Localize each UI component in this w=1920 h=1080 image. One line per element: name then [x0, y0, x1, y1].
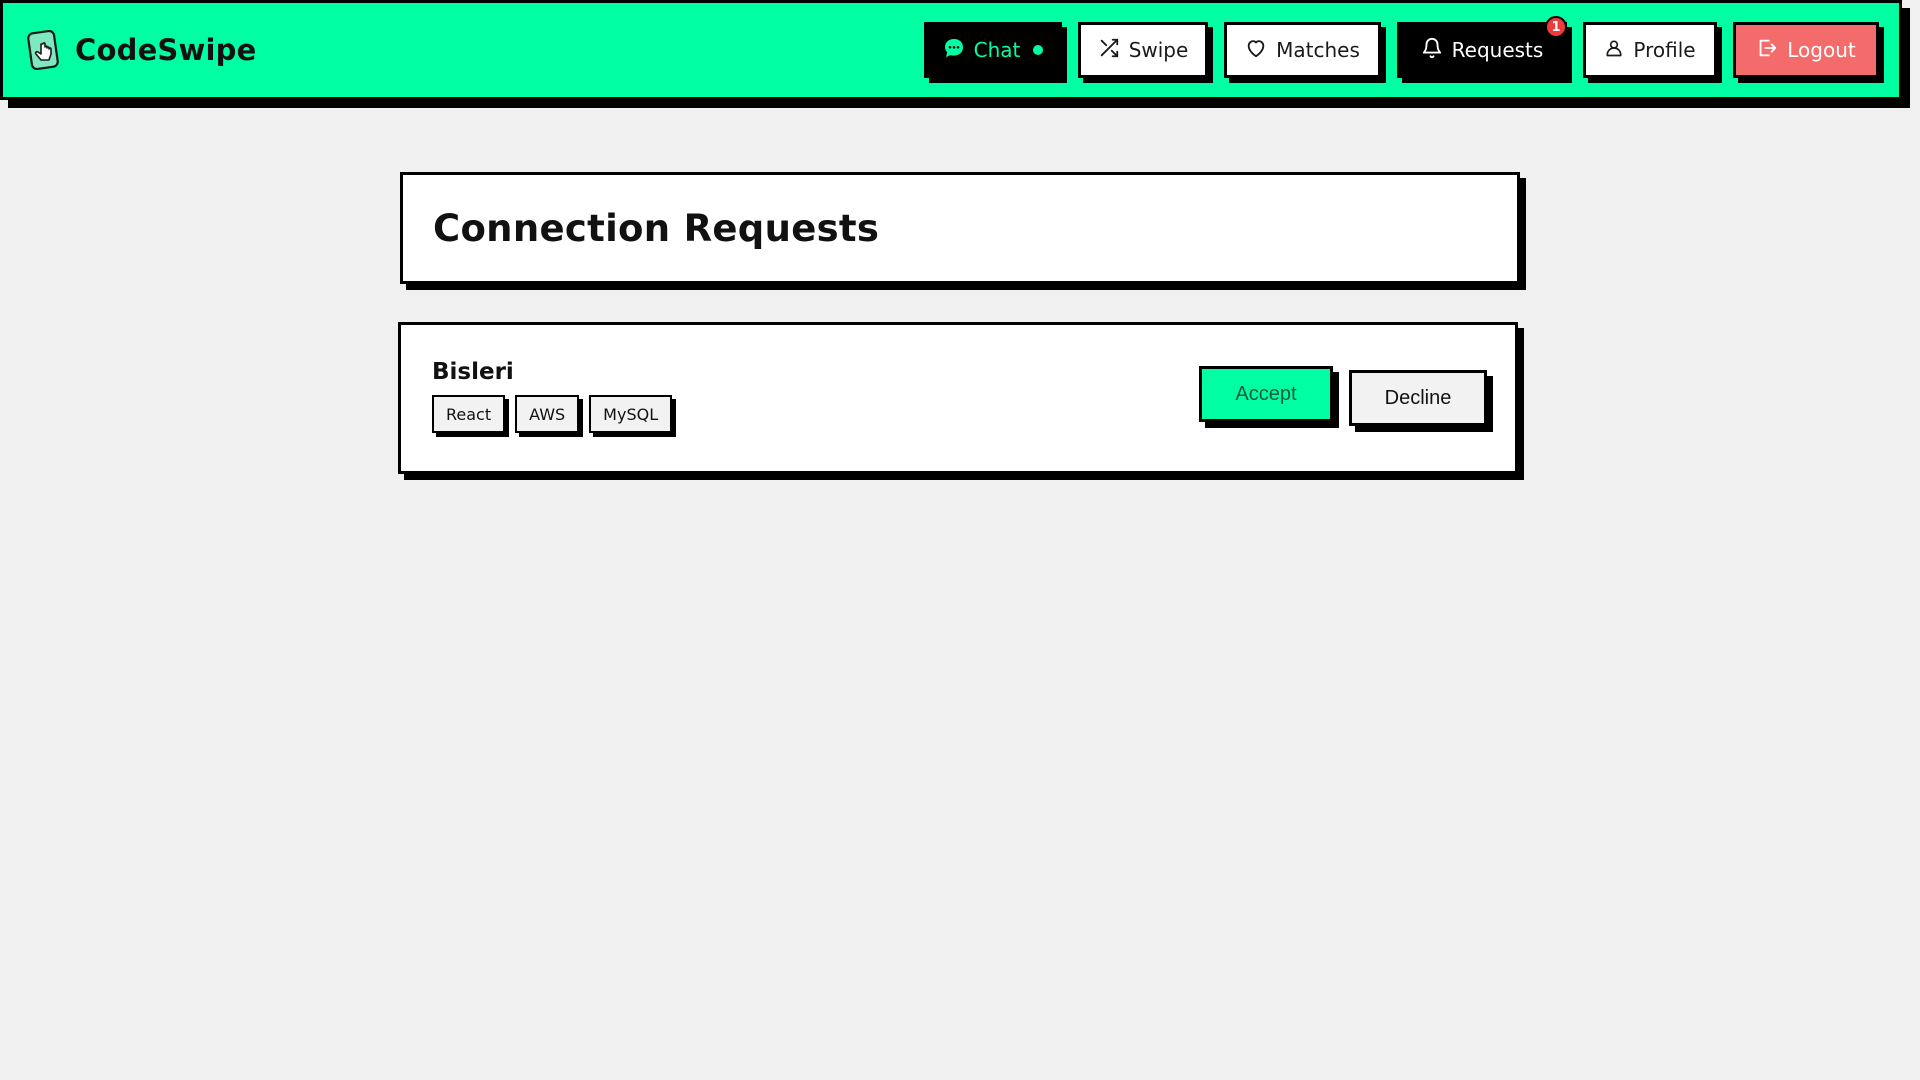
nav-links: Chat Swipe Matches Requests 1 Profile Lo… — [908, 16, 1879, 78]
nav-profile-button[interactable]: Profile — [1583, 22, 1717, 78]
brand-name: CodeSwipe — [75, 33, 257, 67]
online-indicator-dot — [1033, 45, 1044, 55]
nav-requests-label: Requests — [1451, 38, 1544, 62]
skill-tag: MySQL — [589, 395, 673, 433]
nav-swipe-label: Swipe — [1128, 38, 1189, 62]
page-header-card: Connection Requests — [400, 172, 1520, 284]
skill-tag: React — [432, 395, 506, 433]
top-navbar: CodeSwipe Chat Swipe Matches Requests 1 … — [0, 0, 1902, 100]
decline-button[interactable]: Decline — [1349, 370, 1487, 426]
nav-chat-label: Chat — [973, 38, 1021, 62]
requester-name: Bisleri — [432, 359, 514, 385]
request-actions: Accept Decline — [1199, 366, 1487, 426]
nav-profile-label: Profile — [1633, 38, 1696, 62]
brand-link[interactable]: CodeSwipe — [25, 30, 256, 70]
shuffle-icon — [1098, 37, 1120, 64]
request-info: Bisleri React AWS MySQL — [432, 359, 673, 433]
nav-matches-button[interactable]: Matches — [1224, 22, 1381, 78]
chat-bubble-icon — [943, 37, 965, 64]
skill-tag-list: React AWS MySQL — [432, 395, 673, 433]
nav-logout-button[interactable]: Logout — [1733, 22, 1879, 78]
nav-logout-label: Logout — [1787, 38, 1856, 62]
heart-icon — [1245, 37, 1267, 64]
page-title: Connection Requests — [433, 206, 880, 250]
logout-icon — [1756, 37, 1778, 64]
request-card: Bisleri React AWS MySQL Accept Decline — [398, 322, 1518, 474]
phone-tap-icon — [25, 30, 63, 70]
user-icon — [1604, 38, 1624, 63]
nav-chat-button[interactable]: Chat — [924, 22, 1062, 78]
notification-badge: 1 — [1545, 16, 1567, 38]
nav-requests-button[interactable]: Requests 1 — [1397, 16, 1567, 78]
nav-matches-label: Matches — [1276, 38, 1360, 62]
main-content: Connection Requests Bisleri React AWS My… — [398, 172, 1522, 474]
accept-button[interactable]: Accept — [1199, 366, 1333, 422]
bell-icon — [1421, 37, 1443, 64]
skill-tag: AWS — [515, 395, 580, 433]
nav-swipe-button[interactable]: Swipe — [1078, 22, 1208, 78]
